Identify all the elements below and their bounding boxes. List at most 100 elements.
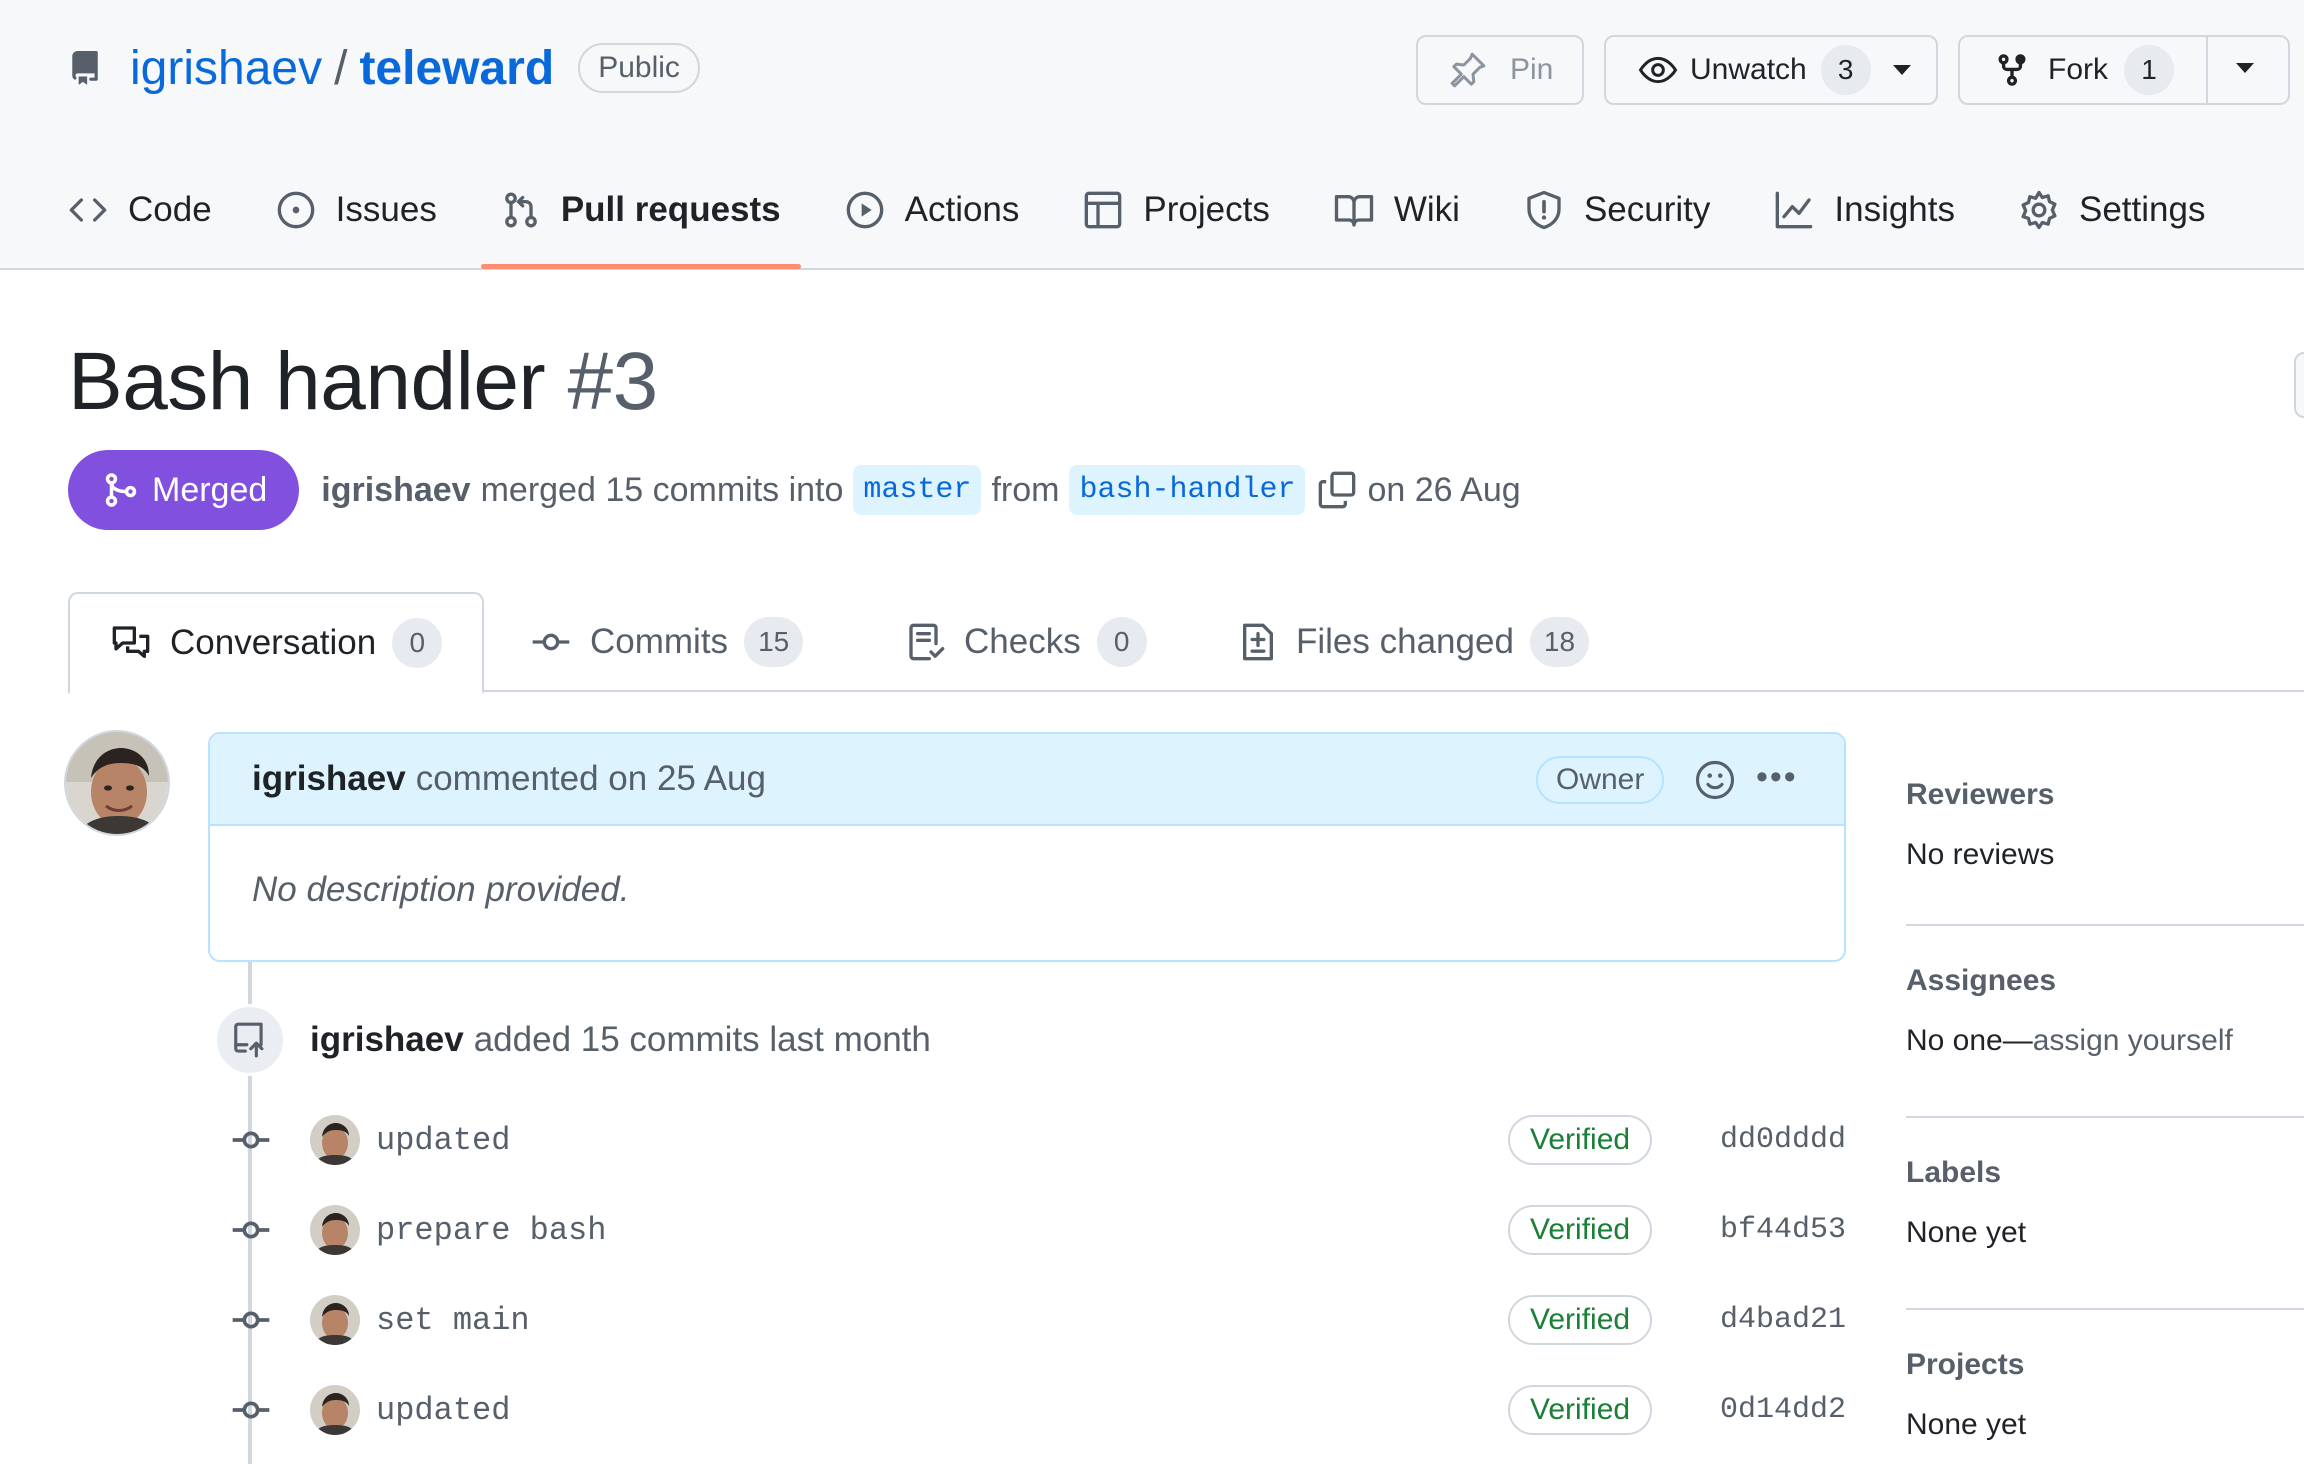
- commit-sha-link[interactable]: 0d14dd2: [1720, 1393, 1846, 1427]
- pr-author-link[interactable]: igrishaev: [321, 471, 470, 510]
- assignees-dash: —: [2002, 1024, 2033, 1057]
- merged-date: on 26 Aug: [1367, 470, 1521, 509]
- projects-title[interactable]: Projects: [1906, 1348, 2304, 1382]
- avatar[interactable]: [64, 730, 170, 836]
- tab-commits[interactable]: Commits 15: [530, 592, 804, 692]
- verified-badge[interactable]: Verified: [1508, 1385, 1653, 1435]
- commit-message-link[interactable]: set main: [376, 1302, 530, 1339]
- comment-discussion-icon: [110, 623, 152, 663]
- comment-body: No description provided.: [252, 870, 630, 909]
- verified-badge[interactable]: Verified: [1508, 1115, 1653, 1165]
- button-divider: [2206, 37, 2208, 103]
- avatar[interactable]: [310, 1115, 360, 1165]
- merged-text: merged 15 commits into: [480, 470, 844, 509]
- unwatch-label: Unwatch: [1690, 53, 1807, 86]
- nav-actions[interactable]: Actions: [845, 170, 1019, 250]
- nav-pull-requests[interactable]: Pull requests: [480, 170, 801, 269]
- nav-security[interactable]: Security: [1524, 170, 1710, 250]
- sidebar-reviewers: Reviewers No reviews: [1906, 740, 2304, 926]
- avatar[interactable]: [310, 1205, 360, 1255]
- tab-files-changed-label: Files changed: [1296, 622, 1514, 661]
- nav-projects-label: Projects: [1143, 190, 1270, 229]
- sidebar-assignees: Assignees No one—assign yourself: [1906, 926, 2304, 1118]
- merged-label: Merged: [152, 470, 268, 509]
- smiley-icon[interactable]: [1694, 759, 1736, 806]
- projects-value: None yet: [1906, 1408, 2027, 1441]
- kebab-horizontal-icon[interactable]: •••: [1756, 758, 1798, 797]
- pr-title: Bash handler #3: [68, 335, 658, 429]
- repo-name-link[interactable]: teleward: [359, 41, 554, 96]
- copy-icon[interactable]: [1317, 470, 1357, 510]
- pin-label: Pin: [1510, 53, 1554, 86]
- gear-icon: [2019, 190, 2059, 230]
- commit-message-link[interactable]: updated: [376, 1122, 510, 1159]
- repo-owner-link[interactable]: igrishaev: [130, 41, 322, 96]
- commit-message-link[interactable]: updated: [376, 1392, 510, 1429]
- git-commit-icon: [226, 1395, 276, 1425]
- git-merge-icon: [102, 471, 140, 509]
- tab-files-changed[interactable]: Files changed 18: [1238, 592, 1590, 692]
- graph-icon: [1774, 190, 1814, 230]
- assignees-title[interactable]: Assignees: [1906, 964, 2304, 998]
- pr-description-comment: igrishaev commented on 25 Aug Owner ••• …: [208, 732, 1846, 962]
- nav-settings[interactable]: Settings: [2019, 170, 2205, 250]
- head-branch[interactable]: bash-handler: [1069, 465, 1306, 515]
- reviewers-value: No reviews: [1906, 838, 2055, 871]
- comment-meta[interactable]: commented on 25 Aug: [416, 759, 766, 799]
- nav-projects[interactable]: Projects: [1083, 170, 1270, 250]
- tab-checks-label: Checks: [964, 622, 1081, 661]
- pr-sidebar: Reviewers No reviews Assignees No one—as…: [1906, 740, 2304, 1464]
- play-icon: [845, 190, 885, 230]
- nav-code[interactable]: Code: [68, 170, 212, 250]
- fork-dropdown-chevron-icon[interactable]: [2236, 63, 2254, 73]
- eye-icon: [1638, 50, 1678, 90]
- fork-count: 1: [2124, 45, 2174, 95]
- pin-icon: [1448, 50, 1488, 90]
- tab-conversation-label: Conversation: [170, 623, 377, 662]
- code-icon: [68, 190, 108, 230]
- nav-wiki-label: Wiki: [1393, 190, 1460, 229]
- unwatch-button[interactable]: Unwatch 3: [1604, 35, 1938, 105]
- commit-message-link[interactable]: prepare bash: [376, 1212, 606, 1249]
- nav-insights[interactable]: Insights: [1774, 170, 1955, 250]
- chevron-down-icon: [1892, 65, 1911, 75]
- verified-badge[interactable]: Verified: [1508, 1205, 1653, 1255]
- nav-code-label: Code: [128, 190, 212, 229]
- nav-issues[interactable]: Issues: [276, 170, 437, 250]
- repo-forked-icon: [1994, 50, 2030, 90]
- git-pull-request-icon: [501, 190, 541, 230]
- fork-button[interactable]: Fork 1: [1958, 35, 2290, 105]
- comment-author-link[interactable]: igrishaev: [252, 759, 406, 799]
- reviewers-title[interactable]: Reviewers: [1906, 778, 2304, 812]
- assign-yourself-link[interactable]: assign yourself: [2033, 1024, 2233, 1057]
- event-author-link[interactable]: igrishaev: [310, 1020, 464, 1060]
- labels-title[interactable]: Labels: [1906, 1156, 2304, 1190]
- git-commit-icon: [226, 1215, 276, 1245]
- labels-value: None yet: [1906, 1216, 2027, 1249]
- commit-sha-link[interactable]: bf44d53: [1720, 1213, 1846, 1247]
- table-icon: [1083, 190, 1123, 230]
- base-branch[interactable]: master: [853, 465, 982, 515]
- commit-row: set main Verified d4bad21: [226, 1284, 1846, 1356]
- nav-wiki[interactable]: Wiki: [1334, 170, 1460, 250]
- verified-badge[interactable]: Verified: [1508, 1295, 1653, 1345]
- tab-conversation[interactable]: Conversation 0: [68, 592, 485, 694]
- fork-label: Fork: [2048, 53, 2108, 86]
- avatar[interactable]: [310, 1295, 360, 1345]
- pr-tabs: Conversation 0 Commits 15 Checks 0 Files…: [68, 592, 2304, 694]
- assignees-none: No one: [1906, 1024, 2003, 1057]
- assignees-value: No one—assign yourself: [1906, 1024, 2304, 1058]
- tab-conversation-count: 0: [392, 618, 443, 668]
- nav-issues-label: Issues: [335, 190, 437, 229]
- tab-checks[interactable]: Checks 0: [906, 592, 1147, 692]
- commit-sha-link[interactable]: d4bad21: [1720, 1303, 1846, 1337]
- git-commit-icon: [226, 1125, 276, 1155]
- pin-button[interactable]: Pin: [1416, 35, 1584, 105]
- sidebar-labels: Labels None yet: [1906, 1118, 2304, 1310]
- edit-button-stub[interactable]: [2294, 352, 2304, 418]
- commit-sha-link[interactable]: dd0dddd: [1720, 1123, 1846, 1157]
- pr-title-text: Bash handler: [68, 336, 546, 427]
- avatar[interactable]: [310, 1385, 360, 1435]
- commit-row: prepare bash Verified bf44d53: [226, 1194, 1846, 1266]
- pr-number: #3: [567, 336, 659, 427]
